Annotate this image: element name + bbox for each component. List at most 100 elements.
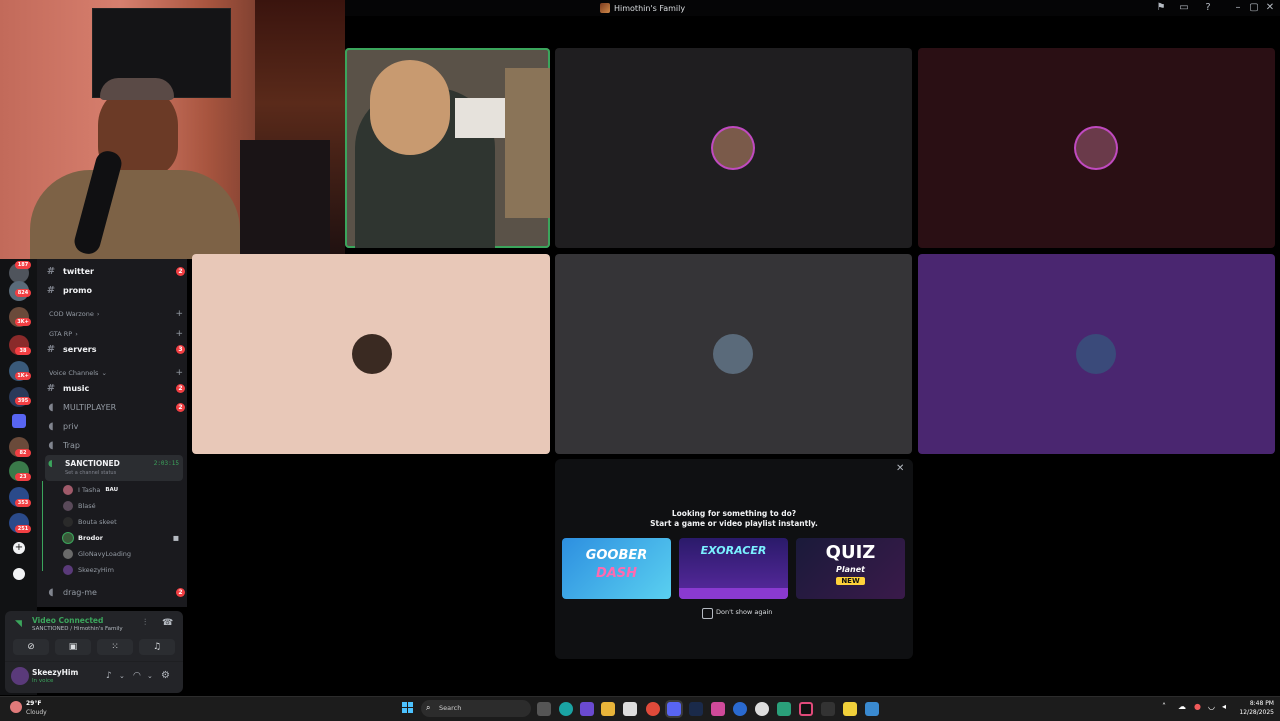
video-tile-camera[interactable] [345,48,550,248]
search-icon: ⌕ [426,703,431,712]
task-view-icon[interactable] [537,702,551,716]
headphones-icon[interactable]: ◠ [133,671,141,681]
clock-date[interactable]: 12/28/2025 [1236,709,1274,716]
inbox-icon[interactable]: ▭ [1178,2,1190,14]
voice-user-name: Blasé [78,502,96,510]
voice-connected-icon: ◖ [48,459,53,469]
voice-user-name: Brodor [78,534,103,542]
store-icon[interactable] [623,702,637,716]
category-voice[interactable]: Voice Channels ⌄ + [49,367,183,379]
copilot-icon[interactable] [580,702,594,716]
activities-button[interactable]: ⁙ [97,639,133,655]
app-icon[interactable] [733,702,747,716]
channel-sanctioned[interactable]: ◖ SANCTIONED 2:03:15 Set a channel statu… [45,455,183,481]
discord-icon[interactable] [667,702,681,716]
clock-time[interactable]: 8:48 PM [1240,700,1274,707]
voice-user[interactable]: GloNavyLoading [63,547,183,561]
voice-user[interactable]: I Tasha BAU [63,483,183,497]
taskbar-search[interactable]: ⌕ Search [421,700,531,717]
channel-status-input[interactable]: Set a channel status [65,470,116,476]
help-icon[interactable]: ? [1202,2,1214,14]
avatar [63,485,73,495]
chatgpt-icon[interactable] [755,702,769,716]
dont-show-checkbox[interactable] [702,608,713,619]
instagram-icon[interactable] [711,702,725,716]
category-cod[interactable]: COD Warzone › + [49,308,183,320]
channel-multiplayer[interactable]: ◖ MULTIPLAYER 2 [45,398,185,416]
channel-trap[interactable]: ◖ Trap [45,436,185,454]
chevron-up-icon[interactable]: ˄ [1162,702,1166,711]
sticky-notes-icon[interactable] [843,702,857,716]
user-avatar[interactable] [11,667,29,685]
game-quiz-planet[interactable]: QUIZ Planet NEW [796,538,905,599]
voice-user[interactable]: SkeezyHim [63,563,183,577]
screen-share-button[interactable]: ▣ [55,639,91,655]
windows-start-icon[interactable] [402,702,414,714]
chrome-icon[interactable] [646,702,660,716]
video-tile[interactable] [555,48,912,248]
channel-drag-me[interactable]: ◖ drag-me 2 [45,583,185,601]
microphone-icon[interactable]: ♪ [106,671,112,681]
add-server-icon[interactable]: + [13,542,25,554]
channel-music[interactable]: # music 2 [45,379,185,397]
participant-avatar [352,334,392,374]
chevron-down-icon[interactable]: ⌄ [147,672,153,680]
disconnect-icon[interactable]: ☎ [162,618,173,628]
wifi-icon[interactable]: ◡ [1208,702,1215,711]
connection-location[interactable]: SANCTIONED / Himothin's Family [32,626,123,632]
maximize-icon[interactable]: ▢ [1248,2,1260,14]
voice-user[interactable]: Blasé [63,499,183,513]
mic-tray-icon[interactable]: ● [1194,702,1201,711]
volume-icon[interactable]: ◂ [1222,702,1226,711]
taskbar: 29°F Cloudy ⌕ Search ˄ ☁ ● ◡ ◂ 8:48 PM 1… [0,696,1280,721]
cloud-icon[interactable]: ☁ [1178,702,1186,711]
add-channel-icon[interactable]: + [175,329,183,339]
add-channel-icon[interactable]: + [175,309,183,319]
steam-icon[interactable] [689,702,703,716]
add-channel-icon[interactable]: + [175,368,183,378]
weather-desc[interactable]: Cloudy [26,709,47,716]
tiktok-icon[interactable] [799,702,813,716]
channel-servers[interactable]: # servers 3 [45,340,185,358]
channel-twitter[interactable]: # twitter 2 [45,262,185,280]
category-gta[interactable]: GTA RP › + [49,328,183,340]
close-window-icon[interactable]: ✕ [1264,2,1276,14]
voice-user[interactable]: Brodor ■ [63,531,183,545]
folder-icon[interactable] [12,414,26,428]
video-tile[interactable] [918,48,1275,248]
dont-show-label[interactable]: Don't show again [716,608,772,616]
server-badge: 38 [15,347,31,355]
call-timer: 2:03:15 [153,460,179,467]
app-icon[interactable] [777,702,791,716]
discover-icon[interactable] [13,568,25,580]
game-goober-dash[interactable]: GOOBER DASH [562,538,671,599]
mention-badge: 2 [176,266,185,276]
app-icon[interactable] [865,702,879,716]
file-explorer-icon[interactable] [601,702,615,716]
chevron-down-icon[interactable]: ⌄ [119,672,125,680]
voice-panel: ◥ Video Connected SANCTIONED / Himothin'… [5,611,183,693]
signal-icon: ◥ [15,619,22,629]
soundboard-button[interactable]: ♫ [139,639,175,655]
weather-temp[interactable]: 29°F [26,700,41,707]
settings-gear-icon[interactable]: ⚙ [161,670,170,681]
video-tile[interactable] [555,254,912,454]
username: SkeezyHim [32,668,79,677]
window-title: Himothin's Family [600,2,685,14]
flag-icon[interactable]: ⚑ [1155,2,1167,14]
video-tile[interactable] [918,254,1275,454]
channel-promo[interactable]: # promo [45,281,185,299]
channel-priv[interactable]: ◖ priv [45,417,185,435]
game-exoracer[interactable]: EXORACER [679,538,788,599]
close-icon[interactable]: ✕ [896,463,904,474]
weather-icon[interactable] [10,701,22,713]
video-tile[interactable] [192,254,550,454]
noise-suppression-icon[interactable]: ⫶ [144,618,146,628]
connection-status[interactable]: Video Connected [32,616,103,625]
voice-user[interactable]: Bouta skeet [63,515,183,529]
xbox-icon[interactable] [821,702,835,716]
minimize-icon[interactable]: – [1232,2,1244,14]
participant-avatar [1076,128,1116,168]
edge-icon[interactable] [559,702,573,716]
camera-off-button[interactable]: ⊘ [13,639,49,655]
